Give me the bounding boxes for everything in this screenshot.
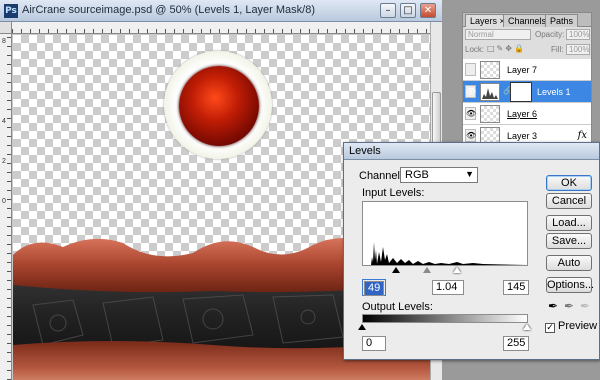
document-title-bar[interactable]: Ps AirCrane sourceimage.psd @ 50% (Level… bbox=[0, 0, 442, 22]
input-gamma-field[interactable]: 1.04 bbox=[432, 280, 464, 295]
layers-list: Layer 7 👁 🔗 Levels 1 👁 Layer 6 👁 Layer 3… bbox=[463, 59, 591, 147]
maximize-icon[interactable]: □ bbox=[400, 3, 416, 18]
photoshop-icon: Ps bbox=[4, 4, 18, 18]
output-black-handle[interactable] bbox=[358, 324, 366, 330]
visibility-toggle[interactable] bbox=[465, 63, 476, 76]
chevron-down-icon: ▼ bbox=[465, 169, 474, 179]
minimize-icon[interactable]: – bbox=[380, 3, 396, 18]
opacity-field[interactable]: 100% bbox=[566, 29, 590, 40]
ruler-label: 4 bbox=[2, 118, 6, 125]
input-levels-slider[interactable] bbox=[362, 267, 528, 275]
layer-row-levels-1[interactable]: 👁 🔗 Levels 1 bbox=[463, 81, 591, 103]
histogram bbox=[362, 201, 528, 266]
eyedropper-group: ✒ ✒ ✒ bbox=[544, 299, 594, 313]
output-black-field[interactable]: 0 bbox=[362, 336, 386, 351]
tab-channels[interactable]: Channels bbox=[503, 14, 552, 27]
channel-value: RGB bbox=[405, 169, 429, 181]
ok-button[interactable]: OK bbox=[546, 175, 592, 191]
layers-panel: Layers × Channels Paths Normal Opacity: … bbox=[462, 12, 592, 147]
input-black-field[interactable]: 49 bbox=[364, 281, 384, 296]
levels-adjustment-icon bbox=[480, 83, 500, 101]
input-white-field[interactable]: 145 bbox=[503, 280, 529, 295]
layer-name: Layer 3 bbox=[507, 131, 538, 141]
ruler-label: 8 bbox=[2, 38, 6, 45]
layer-row-layer-7[interactable]: Layer 7 bbox=[463, 59, 591, 81]
eye-icon[interactable]: 👁 bbox=[465, 85, 476, 98]
output-levels-label: Output Levels: bbox=[362, 301, 433, 313]
preview-label: Preview bbox=[558, 320, 598, 332]
gray-eyedropper-icon[interactable]: ✒ bbox=[564, 299, 574, 313]
lock-icons[interactable]: □✎✥🔒 bbox=[487, 44, 526, 53]
opacity-label: Opacity: bbox=[535, 30, 565, 39]
output-white-handle[interactable] bbox=[523, 324, 531, 330]
white-point-handle[interactable] bbox=[453, 267, 461, 273]
output-gradient-bar bbox=[362, 314, 528, 323]
checkbox-check-icon[interactable]: ✓ bbox=[545, 323, 555, 333]
lock-row: Lock: □✎✥🔒 Fill: 100% bbox=[465, 44, 591, 57]
dialog-title[interactable]: Levels bbox=[344, 143, 599, 160]
layer-row-layer-6[interactable]: 👁 Layer 6 bbox=[463, 103, 591, 125]
channel-select[interactable]: RGB ▼ bbox=[400, 167, 478, 183]
cancel-button[interactable]: Cancel bbox=[546, 193, 592, 209]
layer-thumbnail bbox=[480, 61, 500, 79]
fx-icon[interactable]: fx bbox=[578, 130, 587, 141]
ruler-corner bbox=[0, 22, 12, 34]
layer-name: Levels 1 bbox=[537, 87, 571, 97]
save-button[interactable]: Save... bbox=[546, 233, 592, 249]
black-point-handle[interactable] bbox=[392, 267, 400, 273]
options-button[interactable]: Options... bbox=[546, 277, 594, 293]
layer-thumbnail bbox=[480, 105, 500, 123]
layer-name: Layer 6 bbox=[507, 109, 538, 119]
white-eyedropper-icon[interactable]: ✒ bbox=[580, 299, 590, 313]
ruler-label: 2 bbox=[2, 158, 6, 165]
blend-mode-select[interactable]: Normal bbox=[465, 29, 531, 40]
gamma-handle[interactable] bbox=[423, 267, 431, 273]
load-button[interactable]: Load... bbox=[546, 215, 592, 231]
output-white-field[interactable]: 255 bbox=[503, 336, 529, 351]
auto-button[interactable]: Auto bbox=[546, 255, 592, 271]
input-levels-label: Input Levels: bbox=[362, 187, 425, 199]
preview-checkbox[interactable]: ✓ Preview bbox=[545, 320, 597, 333]
eye-iris bbox=[179, 66, 259, 146]
layer-name: Layer 7 bbox=[507, 65, 538, 75]
blend-row: Normal Opacity: 100% bbox=[465, 29, 591, 42]
layer-mask-thumbnail[interactable] bbox=[510, 82, 532, 102]
black-eyedropper-icon[interactable]: ✒ bbox=[548, 299, 558, 313]
panel-tabs: Layers × Channels Paths bbox=[463, 13, 591, 27]
document-title: AirCrane sourceimage.psd @ 50% (Levels 1… bbox=[22, 4, 316, 16]
channel-label: Channel: bbox=[359, 170, 404, 182]
eye-icon[interactable]: 👁 bbox=[465, 129, 476, 142]
eye-icon[interactable]: 👁 bbox=[465, 107, 476, 120]
ruler-label: 0 bbox=[2, 198, 6, 205]
fill-label: Fill: bbox=[551, 45, 564, 54]
vertical-ruler[interactable]: 8 4 2 0 bbox=[0, 34, 12, 380]
output-levels-slider[interactable] bbox=[358, 324, 531, 332]
fill-field[interactable]: 100% bbox=[566, 44, 590, 55]
horizontal-ruler[interactable] bbox=[12, 22, 430, 34]
lock-label: Lock: bbox=[465, 45, 485, 54]
levels-dialog: Levels Channel: RGB ▼ Input Levels: 49 1… bbox=[343, 142, 600, 360]
close-icon[interactable]: ✕ bbox=[420, 3, 436, 18]
tab-paths[interactable]: Paths bbox=[545, 14, 579, 27]
